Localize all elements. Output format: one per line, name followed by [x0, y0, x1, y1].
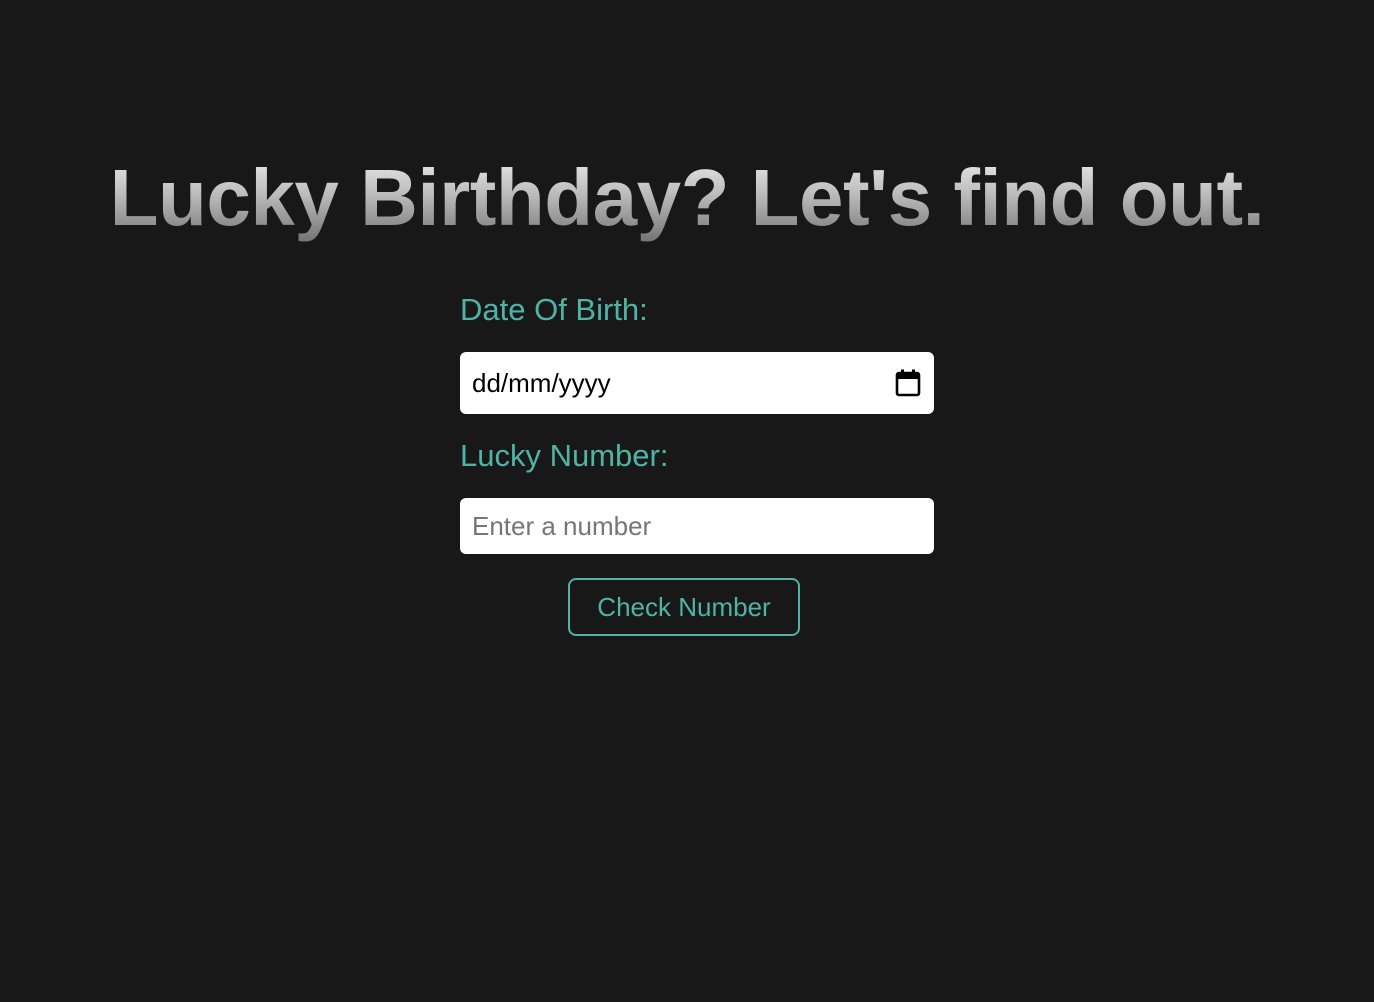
page: Lucky Birthday? Let's find out. Date Of … — [0, 0, 1374, 1002]
dob-field-value: dd/mm/yyyy — [472, 367, 611, 398]
dob-label: Date Of Birth: — [460, 292, 648, 327]
page-title: Lucky Birthday? Let's find out. — [0, 150, 1374, 246]
lucky-number-input[interactable]: Enter a number — [460, 498, 934, 554]
lucky-number-label: Lucky Number: — [460, 438, 669, 473]
dob-field[interactable]: dd/mm/yyyy — [460, 352, 934, 414]
lucky-number-placeholder: Enter a number — [472, 510, 652, 541]
calendar-icon[interactable] — [894, 369, 922, 397]
check-number-button[interactable]: Check Number — [568, 578, 800, 636]
